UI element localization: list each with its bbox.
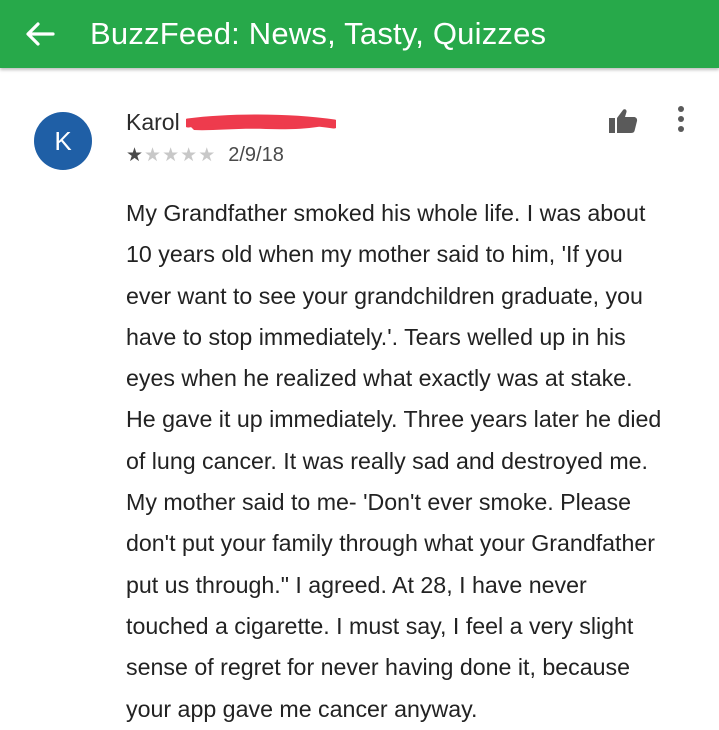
star-rating: ★ ★ ★ ★ ★ [126, 146, 216, 165]
star-filled-icon: ★ [126, 144, 144, 166]
review-text: My Grandfather smoked his whole life. I … [126, 193, 706, 730]
review-text-line: touched a cigarette. I must say, I feel … [126, 612, 634, 639]
app-bar: BuzzFeed: News, Tasty, Quizzes [0, 0, 719, 68]
arrow-left-icon [26, 22, 55, 46]
thumbs-up-icon [609, 109, 638, 133]
review-text-line: sense of regret for never having done it… [126, 654, 630, 681]
review-text-line: have to stop immediately.'. Tears welled… [126, 323, 626, 350]
review-text-line: your app gave me cancer anyway. [126, 695, 478, 722]
review-text-line: eyes when he realized what exactly was a… [126, 365, 633, 392]
avatar: K [34, 112, 92, 170]
star-empty-icon: ★ [162, 144, 180, 166]
name-redaction-scribble [186, 114, 336, 131]
more-vert-icon [678, 106, 684, 132]
review-date: 2/9/18 [228, 143, 284, 166]
rating-row: ★ ★ ★ ★ ★ 2/9/18 [126, 142, 284, 168]
reviewer-name-row: Karol [126, 106, 180, 138]
reviewer-name: Karol [126, 108, 180, 135]
star-empty-icon: ★ [198, 144, 216, 166]
more-options-button[interactable] [668, 102, 694, 136]
review-text-line: My mother said to me- 'Don't ever smoke.… [126, 489, 631, 516]
review-text-line: He gave it up immediately. Three years l… [126, 406, 662, 433]
avatar-letter: K [54, 125, 72, 156]
review-text-line: of lung cancer. It was really sad and de… [126, 447, 649, 474]
review-text-line: ever want to see your grandchildren grad… [126, 282, 643, 309]
review-text-line: don't put your family through what your … [126, 530, 656, 557]
star-empty-icon: ★ [144, 144, 162, 166]
star-empty-icon: ★ [180, 144, 198, 166]
app-title: BuzzFeed: News, Tasty, Quizzes [90, 16, 547, 51]
review-text-line: My Grandfather smoked his whole life. I … [126, 200, 646, 226]
helpful-button[interactable] [606, 106, 640, 136]
review-text-line: 10 years old when my mother said to him,… [126, 241, 623, 268]
review-text-line: put us through." I agreed. At 28, I have… [126, 571, 587, 598]
back-button[interactable] [12, 0, 68, 68]
